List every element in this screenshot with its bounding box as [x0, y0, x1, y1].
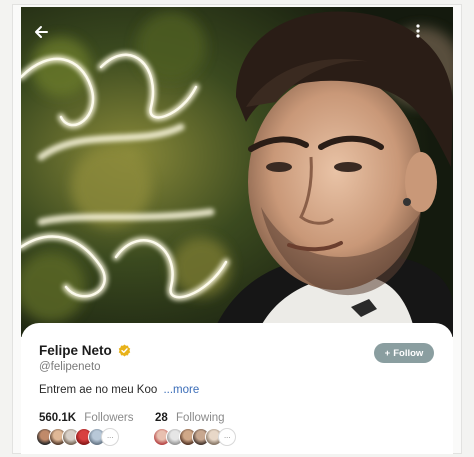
more-options-button[interactable]: [415, 24, 445, 54]
cover-image: [21, 7, 453, 337]
plus-icon: +: [384, 347, 391, 359]
bio-more-link[interactable]: ...more: [163, 384, 199, 396]
profile-bio: Entrem ae no meu Koo ...more: [39, 384, 199, 396]
bio-text: Entrem ae no meu Koo: [39, 384, 158, 396]
verified-badge-icon: [118, 344, 131, 357]
more-avatars-icon: ···: [218, 428, 236, 446]
more-avatars-icon: ···: [101, 428, 119, 446]
following-label: Following: [176, 412, 225, 424]
followers-avatars[interactable]: ···: [36, 428, 119, 446]
back-button[interactable]: [33, 24, 63, 54]
profile-handle: @felipeneto: [39, 361, 101, 373]
following-stat[interactable]: 28 Following: [155, 412, 225, 424]
following-avatars[interactable]: ···: [153, 428, 236, 446]
follow-label: Follow: [393, 347, 424, 359]
following-count: 28: [155, 412, 168, 424]
cover-photo: [21, 7, 453, 337]
profile-name: Felipe Neto: [39, 343, 112, 358]
profile-card: Felipe Neto @felipeneto + Follow Entrem …: [21, 323, 453, 454]
followers-label: Followers: [84, 412, 134, 424]
followers-stat[interactable]: 560.1K Followers: [39, 412, 134, 424]
followers-count: 560.1K: [39, 412, 77, 424]
follow-button[interactable]: + Follow: [374, 343, 434, 363]
name-row: Felipe Neto: [39, 343, 131, 358]
